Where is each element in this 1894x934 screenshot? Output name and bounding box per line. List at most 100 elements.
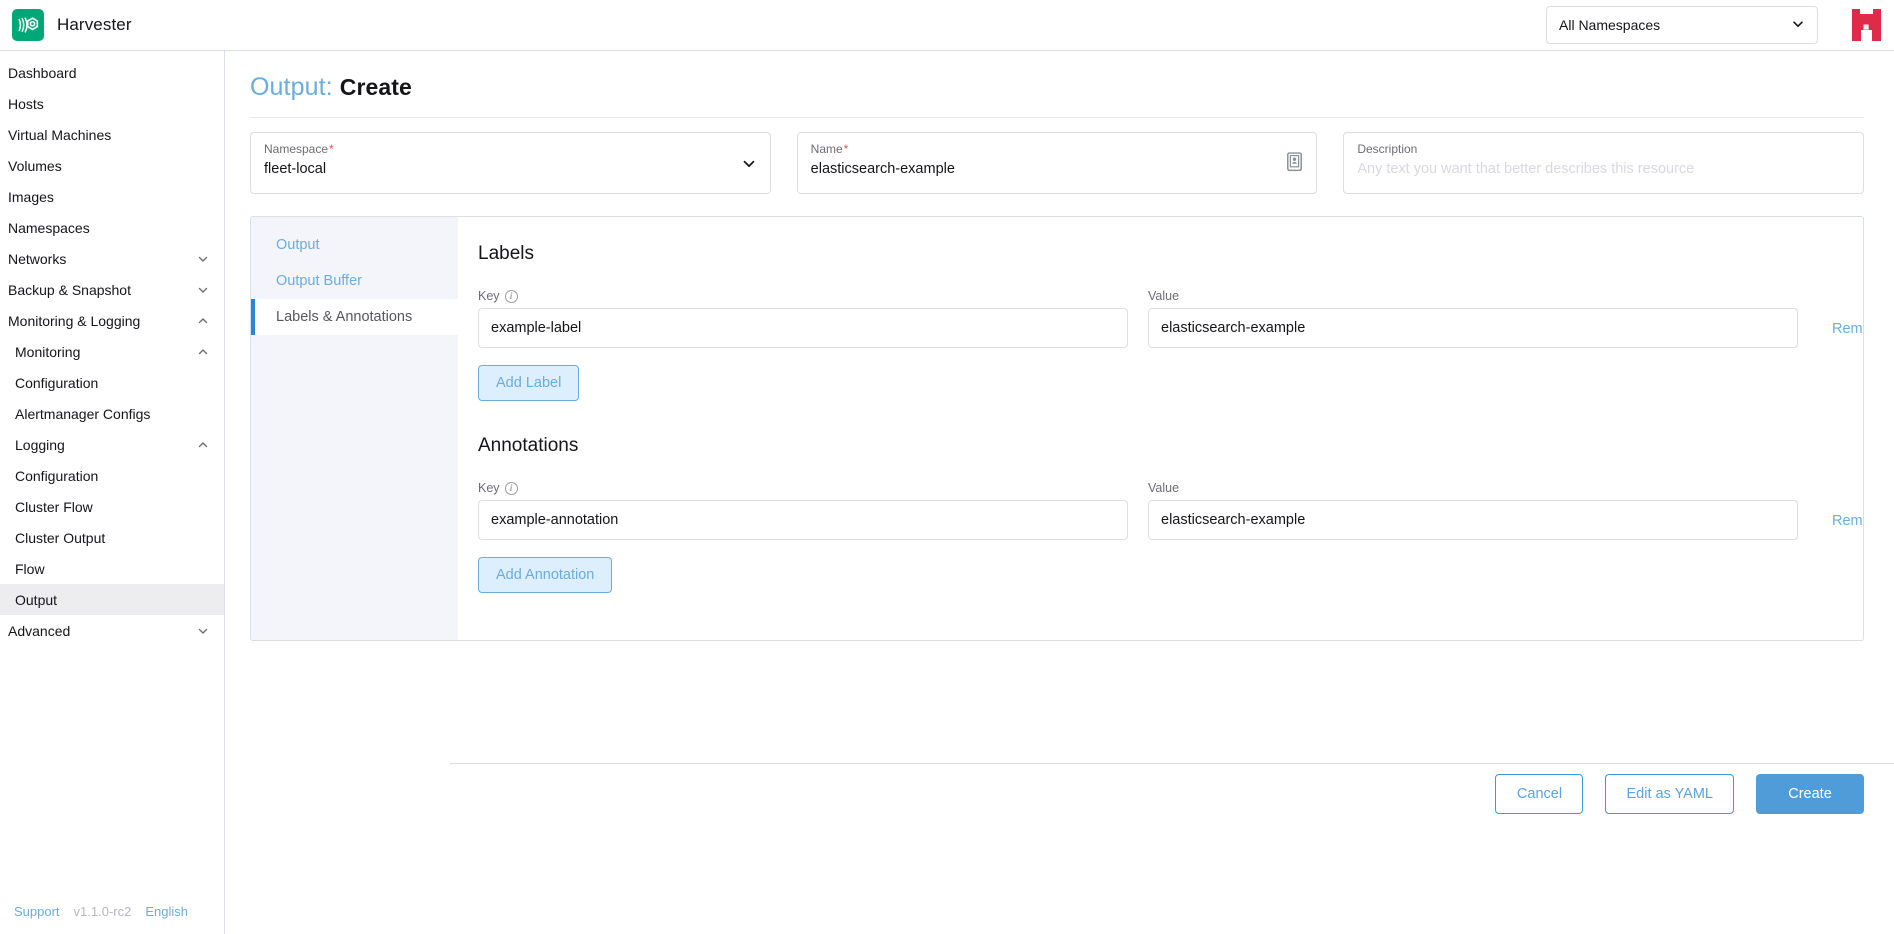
namespace-select[interactable]: Namespace* fleet-local: [250, 132, 771, 194]
description-label: Description: [1357, 142, 1851, 156]
sidebar-item-flow[interactable]: Flow: [0, 553, 224, 584]
sidebar-item-volumes[interactable]: Volumes: [0, 150, 224, 181]
sidebar-item-label: Configuration: [15, 468, 210, 484]
tab-output-buffer[interactable]: Output Buffer: [251, 263, 458, 299]
sidebar-item-configuration[interactable]: Configuration: [0, 460, 224, 491]
sidebar-item-label: Flow: [15, 561, 210, 577]
info-icon[interactable]: i: [505, 290, 518, 303]
sidebar-item-monitoring-logging[interactable]: Monitoring & Logging: [0, 305, 224, 336]
name-input-value[interactable]: elasticsearch-example: [811, 160, 1305, 178]
sidebar-footer: Support v1.1.0-rc2 English: [0, 888, 224, 934]
labels-section-title: Labels: [478, 243, 1864, 265]
page-title-action: Create: [340, 74, 412, 100]
labels-rows: example-label elasticsearch-example Remo…: [458, 308, 1864, 348]
sidebar-item-namespaces[interactable]: Namespaces: [0, 212, 224, 243]
description-field[interactable]: Description Any text you want that bette…: [1343, 132, 1864, 194]
footer-actions: Cancel Edit as YAML Create: [1495, 774, 1864, 814]
header-right: All Namespaces: [1546, 4, 1894, 46]
labels-key-header-text: Key: [478, 289, 500, 303]
sidebar-item-label: Dashboard: [8, 65, 210, 81]
chevron-up-icon[interactable]: [196, 314, 210, 328]
remove-annotation-button[interactable]: Remove: [1818, 513, 1864, 540]
sidebar-item-label: Monitoring & Logging: [8, 313, 196, 329]
sidebar-item-output[interactable]: Output: [0, 584, 224, 615]
brand-name: Harvester: [57, 15, 132, 35]
required-asterisk: *: [329, 142, 334, 156]
tab-output[interactable]: Output: [251, 227, 458, 263]
sidebar-item-cluster-output[interactable]: Cluster Output: [0, 522, 224, 553]
name-label-text: Name: [811, 142, 843, 156]
sidebar-item-networks[interactable]: Networks: [0, 243, 224, 274]
sidebar-item-label: Alertmanager Configs: [15, 406, 210, 422]
annotations-section-title: Annotations: [478, 435, 1864, 457]
remove-label-button[interactable]: Remove: [1818, 321, 1864, 348]
top-header: Harvester All Namespaces: [0, 0, 1894, 51]
sidebar-item-label: Configuration: [15, 375, 210, 391]
namespace-label: Namespace*: [264, 142, 758, 156]
annotations-section: Annotations Key i Value example-annotati…: [458, 435, 1864, 593]
harvester-logo-icon: [12, 9, 44, 41]
sidebar-item-images[interactable]: Images: [0, 181, 224, 212]
title-divider: [250, 117, 1864, 118]
tab-list: OutputOutput BufferLabels & Annotations: [251, 217, 458, 640]
add-label-button[interactable]: Add Label: [478, 365, 579, 401]
brand[interactable]: Harvester: [12, 9, 132, 41]
sidebar-item-virtual-machines[interactable]: Virtual Machines: [0, 119, 224, 150]
sidebar-item-advanced[interactable]: Advanced: [0, 615, 224, 646]
name-label: Name*: [811, 142, 1305, 156]
annotations-key-header-text: Key: [478, 481, 500, 495]
sidebar-item-logging[interactable]: Logging: [0, 429, 224, 460]
chevron-down-icon[interactable]: [196, 252, 210, 266]
language-link[interactable]: English: [145, 904, 188, 919]
sidebar-item-configuration[interactable]: Configuration: [0, 367, 224, 398]
sidebar-item-label: Networks: [8, 251, 196, 267]
label-key-input[interactable]: example-label: [478, 308, 1128, 348]
sidebar-item-hosts[interactable]: Hosts: [0, 88, 224, 119]
generate-name-icon[interactable]: [1287, 152, 1302, 176]
sidebar-item-label: Hosts: [8, 96, 210, 112]
description-placeholder: Any text you want that better describes …: [1357, 160, 1851, 178]
info-icon[interactable]: i: [505, 482, 518, 495]
chevron-up-icon[interactable]: [196, 345, 210, 359]
chevron-up-icon[interactable]: [196, 438, 210, 452]
sidebar-item-monitoring[interactable]: Monitoring: [0, 336, 224, 367]
annotations-header-row: Key i Value: [458, 481, 1864, 500]
chevron-down-icon[interactable]: [196, 624, 210, 638]
chevron-down-icon[interactable]: [196, 283, 210, 297]
label-value-input[interactable]: elasticsearch-example: [1148, 308, 1798, 348]
rancher-cow-logo-icon[interactable]: [1848, 4, 1884, 46]
labels-key-header: Key i: [478, 289, 1128, 303]
tab-labels-annotations[interactable]: Labels & Annotations: [251, 299, 458, 335]
labels-section: Labels Key i Value example-label elastic…: [458, 243, 1864, 401]
labels-header-row: Key i Value: [458, 289, 1864, 308]
namespace-value: fleet-local: [264, 160, 758, 178]
cancel-button[interactable]: Cancel: [1495, 774, 1583, 814]
sidebar-item-dashboard[interactable]: Dashboard: [0, 57, 224, 88]
annotations-rows: example-annotation elasticsearch-example…: [458, 500, 1864, 540]
tab-panel-labels-annotations: Labels Key i Value example-label elastic…: [458, 217, 1864, 640]
namespace-label-text: Namespace: [264, 142, 328, 156]
sidebar-item-label: Backup & Snapshot: [8, 282, 196, 298]
chevron-down-icon: [1791, 17, 1805, 34]
sidebar-nav: Dashboard Hosts Virtual Machines Volumes Ima…: [0, 51, 224, 646]
sidebar-item-alertmanager-configs[interactable]: Alertmanager Configs: [0, 398, 224, 429]
sidebar-item-label: Logging: [15, 437, 196, 453]
namespace-filter-select[interactable]: All Namespaces: [1546, 6, 1818, 44]
sidebar-item-cluster-flow[interactable]: Cluster Flow: [0, 491, 224, 522]
edit-as-yaml-button[interactable]: Edit as YAML: [1605, 774, 1734, 814]
app-root: Harvester All Namespaces Dashboard Hosts V…: [0, 0, 1894, 934]
footer-divider: [450, 763, 1894, 764]
sidebar-item-backup-snapshot[interactable]: Backup & Snapshot: [0, 274, 224, 305]
annotation-value-input[interactable]: elasticsearch-example: [1148, 500, 1798, 540]
sidebar-item-label: Cluster Output: [15, 530, 210, 546]
version-label: v1.1.0-rc2: [74, 904, 132, 919]
create-button[interactable]: Create: [1756, 774, 1864, 814]
sidebar-item-label: Namespaces: [8, 220, 210, 236]
annotation-key-input[interactable]: example-annotation: [478, 500, 1128, 540]
sidebar-item-label: Images: [8, 189, 210, 205]
sidebar-item-label: Cluster Flow: [15, 499, 210, 515]
add-annotation-button[interactable]: Add Annotation: [478, 557, 612, 593]
sidebar-item-label: Virtual Machines: [8, 127, 210, 143]
support-link[interactable]: Support: [14, 904, 60, 919]
name-field[interactable]: Name* elasticsearch-example: [797, 132, 1318, 194]
